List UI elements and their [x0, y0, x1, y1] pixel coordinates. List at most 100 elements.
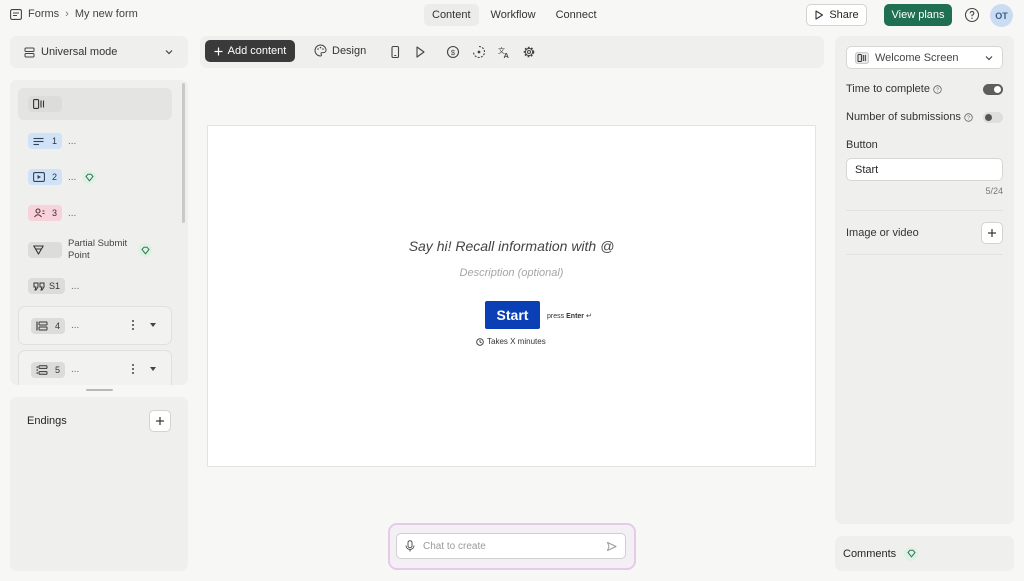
tab-content[interactable]: Content: [424, 4, 479, 26]
panel-resize-handle[interactable]: [86, 389, 113, 391]
settings-gear-icon[interactable]: [522, 45, 536, 59]
chevron-right-icon: ›: [65, 8, 69, 20]
divider: [846, 254, 1003, 255]
image-video-label: Image or video: [846, 227, 919, 239]
mode-label: Universal mode: [41, 46, 118, 58]
start-button[interactable]: Start: [485, 301, 540, 329]
editor-toolbar: Add content Design $ 文A: [200, 36, 824, 68]
button-section-label: Button: [846, 139, 878, 151]
premium-gem-icon: [904, 546, 919, 561]
question-item-s1[interactable]: S1 ...: [18, 270, 172, 302]
question-item-1[interactable]: 1 ...: [18, 125, 172, 157]
plus-icon: [155, 416, 165, 426]
premium-gem-icon: [82, 170, 97, 184]
play-icon: [814, 10, 824, 20]
endings-label: Endings: [27, 415, 67, 427]
question-text: Partial Submit Point: [68, 238, 128, 261]
play-preview-icon[interactable]: [413, 45, 427, 59]
time-to-complete-row: Time to complete ?: [846, 83, 1003, 95]
more-vertical-icon[interactable]: [131, 363, 135, 375]
group-icon: [36, 321, 48, 331]
main-tabs: Content Workflow Connect: [424, 4, 605, 26]
share-label: Share: [829, 9, 859, 21]
chevron-down-icon: [984, 53, 994, 63]
send-icon[interactable]: [606, 541, 617, 552]
divider: [846, 210, 1003, 211]
chat-input-box[interactable]: Chat to create: [396, 533, 626, 559]
button-char-counter: 5/24: [985, 186, 1003, 196]
design-button[interactable]: Design: [314, 44, 366, 57]
question-badge: 4: [31, 317, 65, 334]
info-icon[interactable]: ?: [964, 112, 973, 122]
add-image-button[interactable]: [981, 222, 1003, 244]
forms-icon[interactable]: [10, 8, 22, 20]
endings-panel: Endings: [10, 397, 188, 571]
translate-icon[interactable]: 文A: [497, 45, 511, 59]
svg-text:?: ?: [967, 115, 970, 121]
numbered-group-icon: [36, 364, 48, 375]
form-preview-canvas: Say hi! Recall information with @ Descri…: [207, 125, 816, 467]
settings-panel: Welcome Screen Time to complete ? Number…: [835, 36, 1014, 524]
question-text: ...: [68, 207, 77, 219]
tab-workflow[interactable]: Workflow: [483, 4, 544, 26]
question-badge: 1: [28, 133, 62, 149]
mobile-preview-icon[interactable]: [388, 45, 402, 59]
submissions-toggle[interactable]: [983, 112, 1003, 123]
time-to-complete-hint: Takes X minutes: [476, 337, 546, 346]
question-group-4[interactable]: 4 ...: [18, 306, 172, 345]
question-item-partial-submit[interactable]: Partial Submit Point: [18, 233, 172, 267]
mode-selector[interactable]: Universal mode: [10, 36, 188, 68]
clock-icon: [476, 337, 484, 346]
question-group-5[interactable]: 5 ...: [18, 350, 172, 385]
question-badge: 2: [28, 169, 62, 185]
time-to-complete-toggle[interactable]: [983, 84, 1003, 95]
breadcrumb-form-name[interactable]: My new form: [75, 8, 138, 20]
quote-icon: [33, 282, 45, 291]
avatar[interactable]: OT: [990, 4, 1013, 27]
microphone-icon[interactable]: [405, 540, 415, 552]
logic-icon[interactable]: [472, 45, 486, 59]
view-plans-button[interactable]: View plans: [884, 4, 952, 26]
tab-connect[interactable]: Connect: [548, 4, 605, 26]
chat-input-placeholder[interactable]: Chat to create: [423, 541, 598, 552]
help-icon[interactable]: [963, 6, 981, 24]
question-item-3[interactable]: 3 ...: [18, 197, 172, 229]
info-icon[interactable]: ?: [933, 84, 942, 94]
share-button[interactable]: Share: [806, 4, 867, 26]
question-item-welcome[interactable]: [18, 88, 172, 120]
form-title[interactable]: Say hi! Recall information with @: [208, 238, 815, 254]
question-text: ...: [71, 280, 80, 292]
add-content-button[interactable]: Add content: [205, 40, 295, 62]
press-enter-hint: press Enter ↵: [547, 312, 592, 321]
svg-text:$: $: [451, 48, 456, 57]
screen-type-dropdown[interactable]: Welcome Screen: [846, 46, 1003, 69]
welcome-screen-icon: [855, 51, 869, 64]
more-vertical-icon[interactable]: [131, 319, 135, 331]
screen-type-label: Welcome Screen: [875, 51, 959, 64]
question-item-2[interactable]: 2 ...: [18, 161, 172, 193]
breadcrumb-forms-link[interactable]: Forms: [28, 8, 59, 20]
question-list-scrollbar[interactable]: [182, 83, 185, 223]
breadcrumb: Forms › My new form: [10, 8, 138, 20]
text-lines-icon: [33, 137, 44, 146]
palette-icon: [314, 44, 327, 57]
top-bar: Forms › My new form Content Workflow Con…: [0, 0, 1024, 31]
submissions-label: Number of submissions: [846, 111, 961, 123]
svg-text:?: ?: [936, 87, 939, 93]
question-badge: [28, 242, 62, 258]
add-ending-button[interactable]: [149, 410, 171, 432]
comments-label: Comments: [843, 547, 897, 560]
comments-panel[interactable]: Comments: [835, 536, 1014, 571]
plus-icon: [214, 47, 223, 56]
caret-down-icon[interactable]: [149, 322, 157, 328]
question-list: 1 ... 2 ... 3 ... Partial Submit Point S…: [10, 80, 188, 385]
enter-key-icon: ↵: [586, 313, 592, 320]
partial-submit-icon: [33, 245, 44, 255]
question-text: ...: [71, 364, 80, 375]
caret-down-icon[interactable]: [149, 366, 157, 372]
form-description[interactable]: Description (optional): [208, 267, 815, 279]
button-text-input[interactable]: Start: [846, 158, 1003, 181]
submissions-row: Number of submissions ?: [846, 111, 1003, 123]
plus-icon: [987, 228, 997, 238]
currency-icon[interactable]: $: [446, 45, 460, 59]
